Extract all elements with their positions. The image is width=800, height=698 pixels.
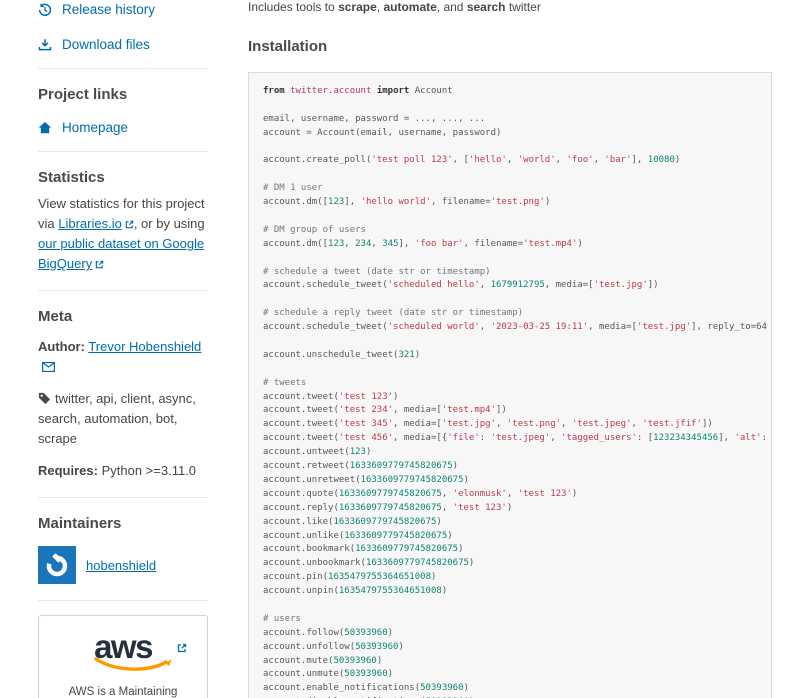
sidebar-item-label: Homepage [62,120,128,135]
code-line [263,141,757,155]
text: , and [437,0,467,14]
code-line: # users [263,613,757,627]
maintainer-row: hobenshield [38,546,208,584]
requires-row: Requires: Python >=3.11.0 [38,461,208,481]
code-line: account.dm([123], 'hello world', filenam… [263,196,757,210]
divider [38,68,208,69]
page: Release history Download files Project l… [0,0,800,698]
code-line [263,99,757,113]
tags-row: twitter, api, client, async, search, aut… [38,389,208,449]
libraries-io-link[interactable]: Libraries.io [58,216,134,231]
code-line: account.unbookmark(1633609779745820675) [263,557,757,571]
tags-text: twitter, api, client, async, search, aut… [38,391,196,446]
tag-icon [38,392,51,405]
code-line: account.unschedule_tweet(321) [263,349,757,363]
code-line: account.pin(1635479755364651008) [263,571,757,585]
aws-logo-text: aws [94,628,152,665]
code-line: account.tweet('test 123') [263,391,757,405]
code-line: account.bookmark(1633609779745820675) [263,543,757,557]
statistics-text: View statistics for this project via Lib… [38,194,208,274]
code-line: # DM 1 user [263,182,757,196]
code-line [263,293,757,307]
author-label: Author: [38,339,85,354]
project-links-heading: Project links [38,86,208,103]
code-line: account.unfollow(50393960) [263,641,757,655]
sidebar-item-label: Download files [62,37,150,52]
email-icon [42,362,55,372]
code-line: account.schedule_tweet('scheduled world'… [263,321,757,335]
code-line: account.tweet('test 234', media=['test.m… [263,404,757,418]
code-line: # DM group of users [263,224,757,238]
divider [38,497,208,498]
divider [38,600,208,601]
code-line: account.dm([123, 234, 345], 'foo bar', f… [263,238,757,252]
history-icon [38,3,52,17]
sidebar-item-homepage[interactable]: Homepage [38,120,208,135]
external-link-icon [95,260,104,269]
code-line: email, username, password = ..., ..., ..… [263,113,757,127]
code-line: account.create_poll('test poll 123', ['h… [263,154,757,168]
sidebar-item-release-history[interactable]: Release history [38,2,208,17]
code-line [263,210,757,224]
code-line: account.unpin(1635479755364651008) [263,585,757,599]
code-line [263,335,757,349]
sponsor-text: AWS is a Maintaining sponsor of the Pyth… [51,684,195,698]
maintainer-link[interactable]: hobenshield [86,558,156,573]
text: Includes tools to [248,0,338,14]
bold-text: search [467,0,506,14]
code-line: account.tweet('test 345', media=['test.j… [263,418,757,432]
code-line [263,252,757,266]
code-line: account.reply(1633609779745820675, 'test… [263,502,757,516]
text: twitter [506,0,541,14]
code-line: account = Account(email, username, passw… [263,127,757,141]
bigquery-dataset-link[interactable]: our public dataset on Google BigQuery [38,236,204,271]
external-link-icon [125,220,134,229]
home-icon [38,121,52,135]
main-content: Includes tools to scrape, automate, and … [248,0,772,698]
bold-text: automate [383,0,436,14]
code-line [263,363,757,377]
external-link-icon [177,643,187,653]
author-link[interactable]: Trevor Hobenshield [88,339,201,354]
requires-label: Requires: [38,463,98,478]
meta-heading: Meta [38,308,208,325]
code-line: # schedule a tweet (date str or timestam… [263,266,757,280]
author-row: Author: Trevor Hobenshield [38,337,208,377]
sponsor-card: aws AWS is a Maintaining sponsor of the … [38,615,208,698]
code-line: account.enable_notifications(50393960) [263,682,757,696]
code-line: account.unlike(1633609779745820675) [263,530,757,544]
code-line: from twitter.account import Account [263,85,757,99]
code-line: account.unmute(50393960) [263,668,757,682]
code-line: account.untweet(123) [263,446,757,460]
sidebar-item-label: Release history [62,2,155,17]
sidebar: Release history Download files Project l… [38,0,208,698]
divider [38,290,208,291]
project-description: Includes tools to scrape, automate, and … [248,0,772,15]
power-glyph-icon [44,552,70,578]
text: , or by using [134,216,205,231]
code-line [263,599,757,613]
code-line: account.tweet('test 456', media=[{'file'… [263,432,757,446]
sidebar-item-download-files[interactable]: Download files [38,37,208,52]
installation-heading: Installation [248,38,772,55]
code-line [263,168,757,182]
bold-text: scrape [338,0,377,14]
requires-value: Python >=3.11.0 [102,463,196,478]
code-line: # tweets [263,377,757,391]
code-line: account.retweet(1633609779745820675) [263,460,757,474]
divider [38,151,208,152]
code-line: account.quote(1633609779745820675, 'elon… [263,488,757,502]
code-line: account.like(1633609779745820675) [263,516,757,530]
code-line: account.mute(50393960) [263,655,757,669]
maintainers-heading: Maintainers [38,515,208,532]
statistics-heading: Statistics [38,169,208,186]
download-icon [38,38,52,52]
code-line: account.schedule_tweet('scheduled hello'… [263,279,757,293]
avatar [38,546,76,584]
code-line: account.follow(50393960) [263,627,757,641]
code-line: account.unretweet(1633609779745820675) [263,474,757,488]
code-line: # schedule a reply tweet (date str or ti… [263,307,757,321]
aws-logo: aws [72,630,174,674]
installation-code-block[interactable]: from twitter.account import Account emai… [248,72,772,698]
